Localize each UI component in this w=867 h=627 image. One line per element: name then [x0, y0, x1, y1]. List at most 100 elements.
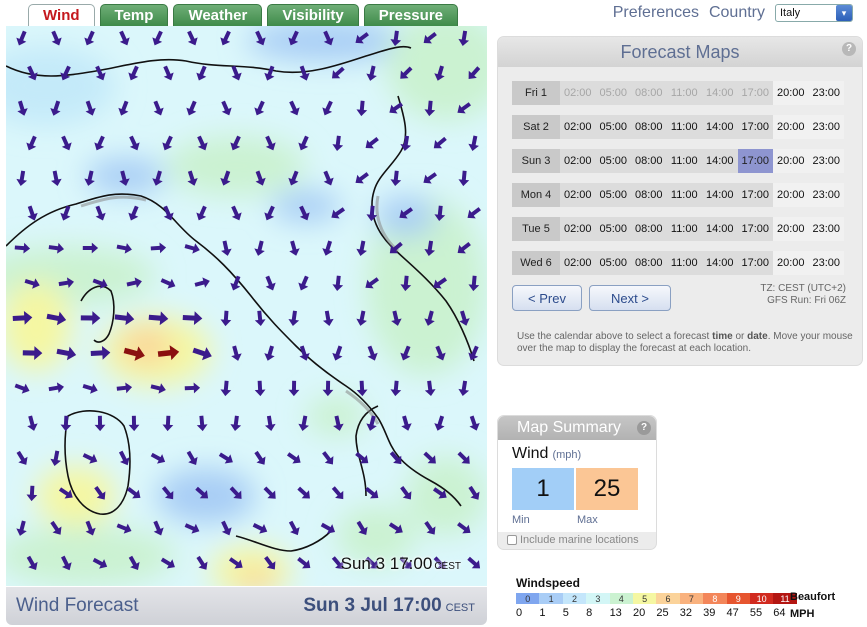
tab-temp[interactable]: Temp: [99, 4, 169, 26]
time-slot[interactable]: 05:00: [596, 149, 632, 173]
time-slot[interactable]: 20:00: [773, 183, 809, 207]
forecast-calendar: Fri 1 02:00 05:00 08:00 11:00 14:00 17:00 20:00…: [512, 81, 844, 285]
country-label: Country: [708, 4, 765, 21]
day-label[interactable]: Fri 1: [512, 81, 560, 105]
calendar-help-text: Use the calendar above to select a forec…: [517, 331, 853, 354]
day-label[interactable]: Mon 4: [512, 183, 560, 207]
include-marine-option[interactable]: Include marine locations: [507, 534, 639, 546]
time-slot[interactable]: 17:00: [738, 183, 774, 207]
time-slot[interactable]: 20:00: [773, 81, 809, 105]
time-slot[interactable]: 05:00: [596, 217, 632, 241]
legend-mph-value: 5: [562, 607, 569, 619]
legend-mph-value: 13: [609, 607, 622, 619]
time-slot[interactable]: 08:00: [631, 149, 667, 173]
time-slot[interactable]: 02:00: [560, 115, 596, 139]
time-slots: 02:00 05:00 08:00 11:00 14:00 17:00 20:00 23:00: [560, 217, 844, 241]
time-slot[interactable]: 02:00: [560, 183, 596, 207]
time-slot[interactable]: 17:00: [738, 251, 774, 275]
time-slot[interactable]: 02:00: [560, 217, 596, 241]
day-label[interactable]: Sat 2: [512, 115, 560, 139]
legend-cell: 9: [726, 593, 750, 604]
variable-tabs: Wind Temp Weather Visibility Pressure: [28, 4, 458, 27]
time-slot[interactable]: 23:00: [808, 217, 844, 241]
time-slot[interactable]: 20:00: [773, 251, 809, 275]
min-label: Min: [512, 514, 530, 526]
time-slot[interactable]: 11:00: [667, 115, 703, 139]
time-slot[interactable]: 08:00: [631, 217, 667, 241]
legend-cell: 4: [609, 593, 633, 604]
time-slot[interactable]: 14:00: [702, 217, 738, 241]
legend-mph-value: 39: [703, 607, 716, 619]
legend-cell: 8: [703, 593, 727, 604]
time-slot-selected[interactable]: 17:00: [737, 149, 773, 173]
time-slot[interactable]: 11:00: [667, 149, 703, 173]
legend-cell: 3: [586, 593, 610, 604]
windspeed-legend: Windspeed 0 1 2 3 4 5 6 7 8 9 10 11 0 1 5 8 13 20 25 32 39 4…: [516, 576, 835, 620]
legend-beaufort-name: Beaufort: [790, 591, 836, 603]
legend-title: Windspeed: [516, 576, 580, 590]
map-summary-title: Map Summary: [517, 419, 622, 436]
time-slot[interactable]: 23:00: [808, 183, 844, 207]
time-slot[interactable]: 23:00: [808, 81, 844, 105]
forecast-datetime: Sun 3 Jul 17:00 CEST: [303, 595, 475, 616]
time-slots: 02:00 05:00 08:00 11:00 14:00 17:00 20:00 23:00: [560, 183, 844, 207]
time-slot[interactable]: 11:00: [667, 183, 703, 207]
time-slot[interactable]: 05:00: [596, 251, 632, 275]
top-nav: Preferences Country Italy ▾: [613, 2, 853, 24]
time-slot[interactable]: 20:00: [773, 115, 809, 139]
tab-pressure[interactable]: Pressure: [363, 4, 458, 26]
time-slot[interactable]: 14:00: [702, 183, 738, 207]
calendar-row: Fri 1 02:00 05:00 08:00 11:00 14:00 17:00 20:00…: [512, 81, 844, 105]
calendar-row: Tue 5 02:00 05:00 08:00 11:00 14:00 17:00 20:00…: [512, 217, 844, 241]
country-select[interactable]: Italy ▾: [775, 4, 853, 22]
time-slot[interactable]: 23:00: [808, 149, 844, 173]
legend-mph-value: 8: [586, 607, 593, 619]
time-slot[interactable]: 23:00: [808, 115, 844, 139]
legend-cell: 2: [562, 593, 587, 604]
map-summary-header: Map Summary ?: [498, 416, 656, 440]
time-slot[interactable]: 20:00: [773, 149, 809, 173]
time-slot[interactable]: 02:00: [560, 149, 596, 173]
legend-cell: 5: [632, 593, 657, 604]
tab-visibility[interactable]: Visibility: [267, 4, 359, 26]
time-slot[interactable]: 11:00: [667, 217, 703, 241]
time-slot: 14:00: [705, 87, 734, 99]
day-label[interactable]: Tue 5: [512, 217, 560, 241]
timezone-info: TZ: CEST (UTC+2) GFS Run: Fri 06Z: [760, 283, 846, 307]
tab-weather[interactable]: Weather: [173, 4, 263, 26]
legend-mph-value: 25: [656, 607, 669, 619]
time-slot[interactable]: 05:00: [596, 115, 632, 139]
calendar-row: Wed 6 02:00 05:00 08:00 11:00 14:00 17:00 20:00…: [512, 251, 844, 275]
max-value-box: 25: [576, 468, 638, 510]
legend-mph-value: 20: [632, 607, 646, 619]
time-slot[interactable]: 17:00: [738, 115, 774, 139]
time-slot[interactable]: 02:00: [560, 251, 596, 275]
wind-map[interactable]: Sun 3 17:00 CEST: [6, 26, 487, 586]
checkbox-icon[interactable]: [507, 535, 517, 545]
day-label[interactable]: Sun 3: [512, 149, 560, 173]
legend-mph-value: 0: [516, 607, 523, 619]
time-slot[interactable]: 14:00: [702, 149, 738, 173]
time-slot[interactable]: 17:00: [738, 217, 774, 241]
time-slot[interactable]: 11:00: [667, 251, 703, 275]
country-value: Italy: [780, 7, 801, 19]
time-slot[interactable]: 23:00: [808, 251, 844, 275]
prev-button[interactable]: < Prev: [512, 285, 582, 311]
time-slot[interactable]: 08:00: [631, 251, 667, 275]
question-circle-icon[interactable]: ?: [637, 421, 651, 435]
next-button[interactable]: Next >: [589, 285, 671, 311]
time-slot[interactable]: 14:00: [702, 115, 738, 139]
question-circle-icon[interactable]: ?: [842, 42, 856, 56]
legend-mph-scale: 0 1 5 8 13 20 25 32 39 47 55 64: [516, 607, 797, 619]
gfs-run-line: GFS Run: Fri 06Z: [767, 295, 846, 306]
forecast-type-title: Wind Forecast: [16, 595, 139, 616]
time-slot[interactable]: 20:00: [773, 217, 809, 241]
day-label[interactable]: Wed 6: [512, 251, 560, 275]
time-slot[interactable]: 08:00: [631, 183, 667, 207]
legend-beaufort-scale: 0 1 2 3 4 5 6 7 8 9 10 11: [516, 593, 797, 604]
time-slot[interactable]: 08:00: [631, 115, 667, 139]
time-slot[interactable]: 05:00: [596, 183, 632, 207]
tab-wind[interactable]: Wind: [28, 4, 95, 27]
preferences-link[interactable]: Preferences: [613, 4, 699, 22]
time-slot[interactable]: 14:00: [702, 251, 738, 275]
